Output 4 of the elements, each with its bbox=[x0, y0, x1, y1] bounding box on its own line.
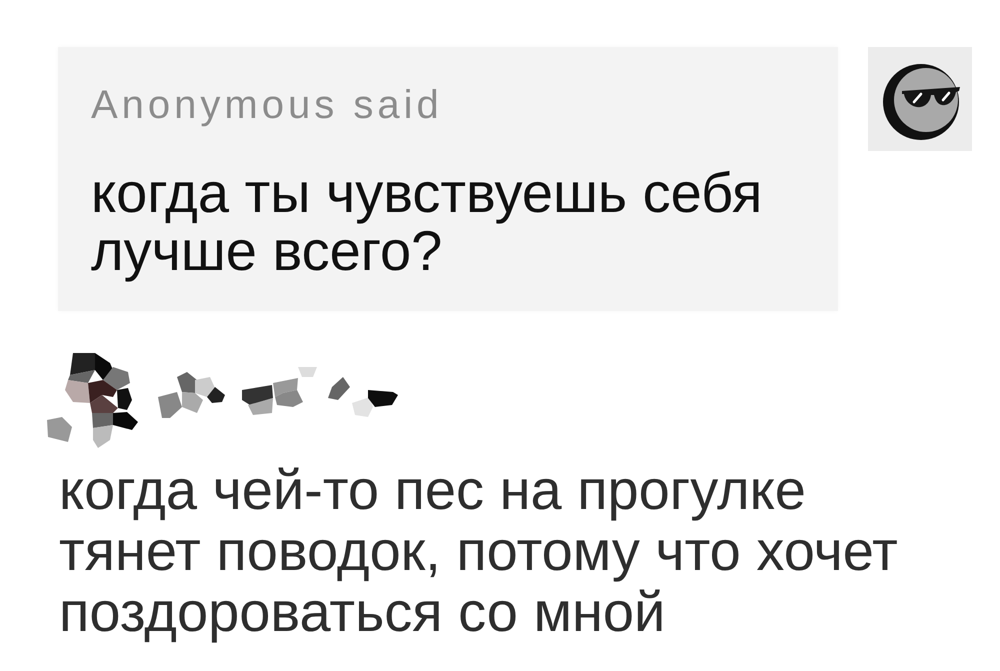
question-text: когда ты чувствуешь себя лучше всего? bbox=[91, 164, 764, 280]
sunglasses-face-icon bbox=[868, 47, 972, 151]
asker-label: Anonymous said bbox=[91, 83, 444, 127]
answer-text: когда чей-то пес на прогулке тянет поводок, потому что хочет поздороваться со мной bbox=[59, 459, 899, 642]
